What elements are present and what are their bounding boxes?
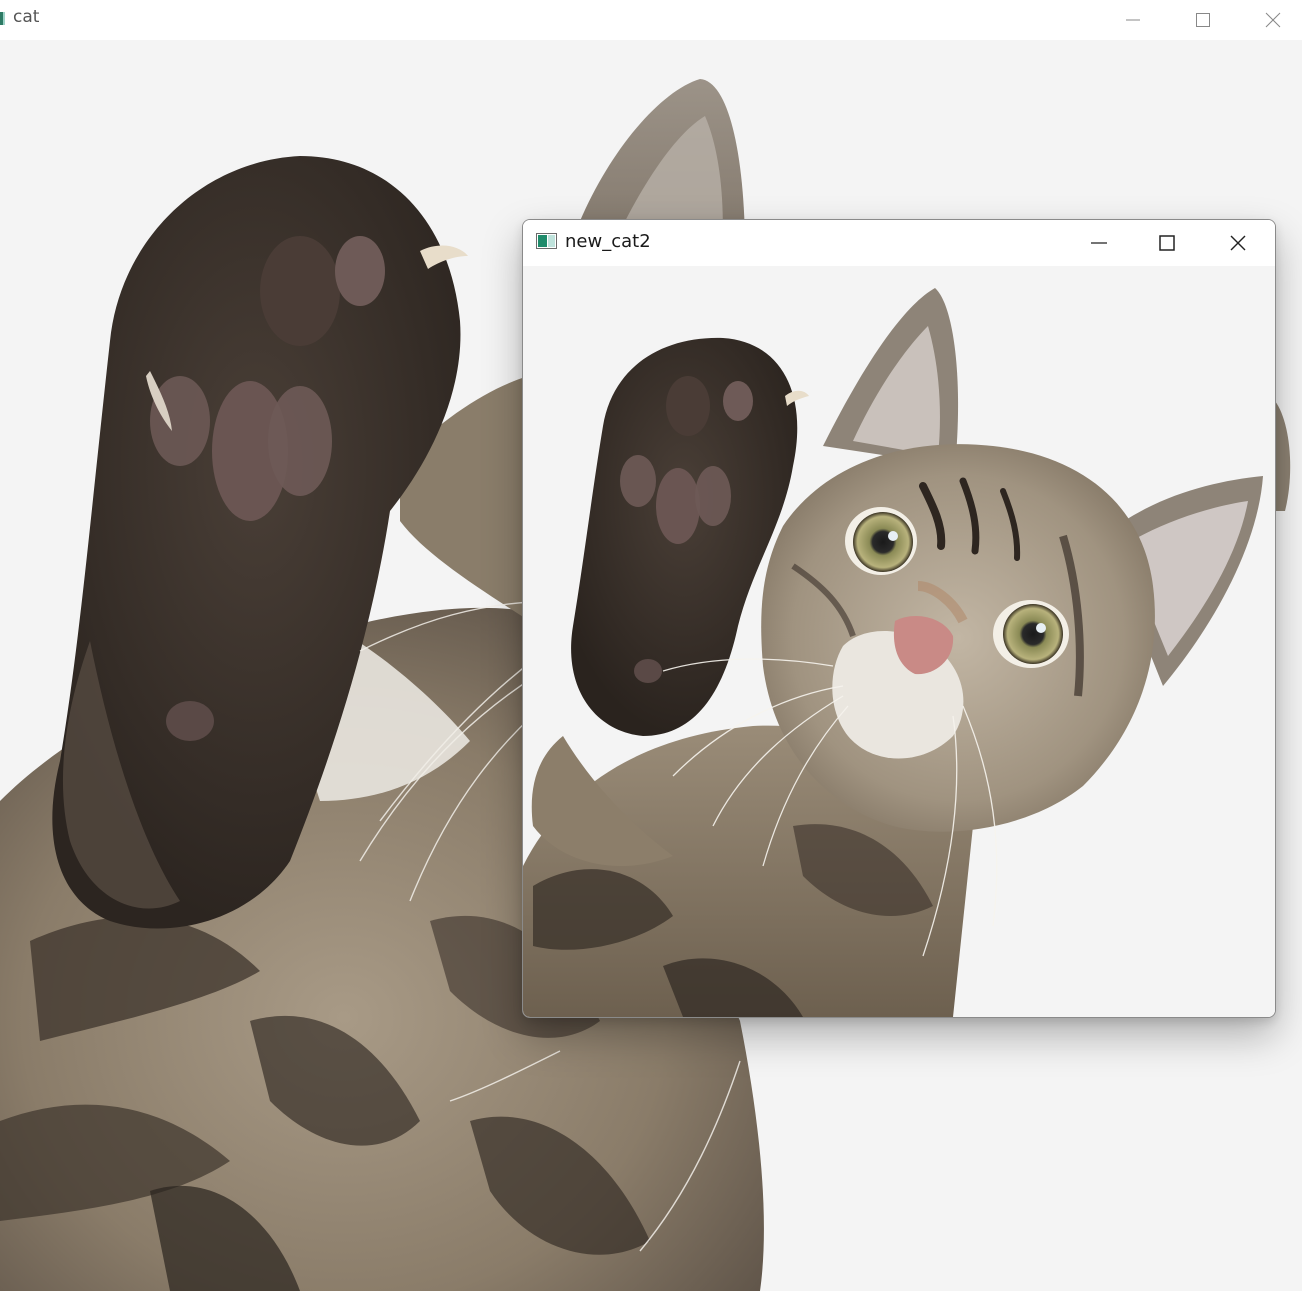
- cat-minimize-button[interactable]: [1110, 0, 1156, 40]
- new-cat2-window: new_cat2: [522, 219, 1276, 1018]
- close-icon: [1265, 12, 1281, 28]
- app-icon: [536, 233, 557, 249]
- new-cat2-window-title: new_cat2: [565, 231, 651, 252]
- cat-window-titlebar[interactable]: cat: [0, 0, 1302, 40]
- kitten-image: [523, 288, 1263, 1017]
- kitten-head: [761, 444, 1155, 832]
- minimize-icon: [1126, 19, 1140, 21]
- paw-pad: [260, 236, 340, 346]
- new-cat2-maximize-button[interactable]: [1144, 220, 1190, 266]
- kitten-eye-right: [1003, 604, 1063, 664]
- kitten-eye-left: [853, 512, 913, 572]
- cat-window-title: cat: [13, 7, 40, 27]
- close-icon: [1230, 235, 1246, 251]
- maximize-icon: [1159, 235, 1175, 251]
- app-icon: [0, 12, 5, 25]
- cat-close-button[interactable]: [1250, 0, 1296, 40]
- new-cat2-close-button[interactable]: [1215, 220, 1261, 266]
- minimize-icon: [1091, 242, 1107, 244]
- cat-maximize-button[interactable]: [1180, 0, 1226, 40]
- new-cat2-image-canvas: [523, 266, 1275, 1017]
- new-cat2-window-titlebar[interactable]: new_cat2: [523, 220, 1275, 266]
- maximize-icon: [1196, 13, 1210, 27]
- desktop: cat new_cat2: [0, 0, 1302, 1291]
- new-cat2-minimize-button[interactable]: [1076, 220, 1122, 266]
